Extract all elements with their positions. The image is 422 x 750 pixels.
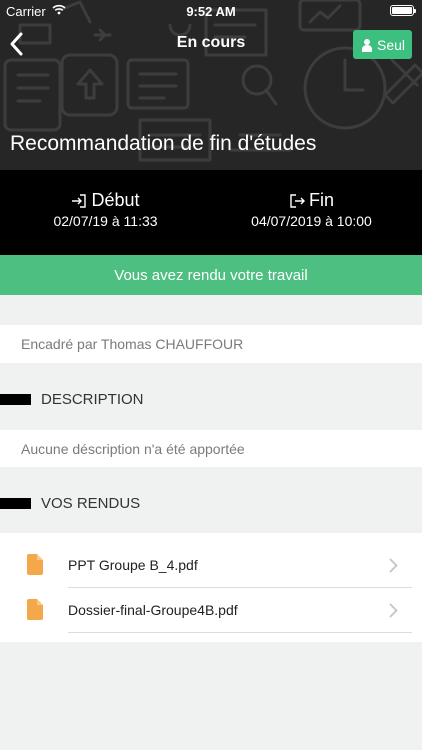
status-bar: Carrier 9:52 AM [0, 0, 422, 22]
section-marker [0, 497, 31, 509]
file-icon [27, 599, 43, 620]
user-icon [361, 38, 372, 52]
end-value: 04/07/2019 à 10:00 [251, 213, 372, 229]
description-row: Aucune déscription n'a été apportée [0, 430, 422, 467]
list-item[interactable]: PPT Groupe B_4.pdf [0, 543, 422, 588]
submissions-heading: VOS RENDUS [0, 488, 422, 518]
file-icon [27, 554, 43, 575]
start-label: Début [91, 190, 140, 210]
sign-out-icon [290, 193, 305, 208]
section-marker [0, 393, 31, 405]
supervisor-row: Encadré par Thomas CHAUFFOUR [0, 325, 422, 363]
chevron-right-icon [389, 603, 398, 618]
end-label: Fin [308, 190, 334, 210]
submissions-list: PPT Groupe B_4.pdf Dossier-final-Groupe4… [0, 533, 422, 642]
solo-button-label: Seul [376, 36, 406, 53]
start-date: Début 02/07/19 à 11:33 [0, 190, 211, 229]
start-value: 02/07/19 à 11:33 [53, 213, 158, 229]
supervisor-text: Encadré par Thomas CHAUFFOUR [21, 336, 244, 352]
sign-in-icon [72, 193, 87, 208]
assignment-title: Recommandation de fin d'études [10, 132, 317, 155]
submitted-banner: Vous avez rendu votre travail [0, 255, 422, 295]
description-text: Aucune déscription n'a été apportée [21, 440, 245, 457]
dates-panel: Début 02/07/19 à 11:33 Fin 04/07/2019 à … [0, 170, 422, 255]
chevron-right-icon [389, 558, 398, 573]
file-name: Dossier-final-Groupe4B.pdf [68, 602, 238, 618]
status-time: 9:52 AM [186, 4, 236, 19]
file-name: PPT Groupe B_4.pdf [68, 557, 198, 573]
divider [68, 632, 412, 633]
header-hero: Carrier 9:52 AM En cours Seul Recommanda… [0, 0, 422, 170]
submissions-heading-label: VOS RENDUS [41, 494, 141, 512]
description-heading: DESCRIPTION [0, 384, 422, 414]
description-heading-label: DESCRIPTION [41, 390, 144, 408]
end-date: Fin 04/07/2019 à 10:00 [206, 190, 417, 229]
battery-icon [390, 5, 416, 16]
solo-button[interactable]: Seul [353, 30, 412, 59]
list-item[interactable]: Dossier-final-Groupe4B.pdf [0, 588, 422, 633]
